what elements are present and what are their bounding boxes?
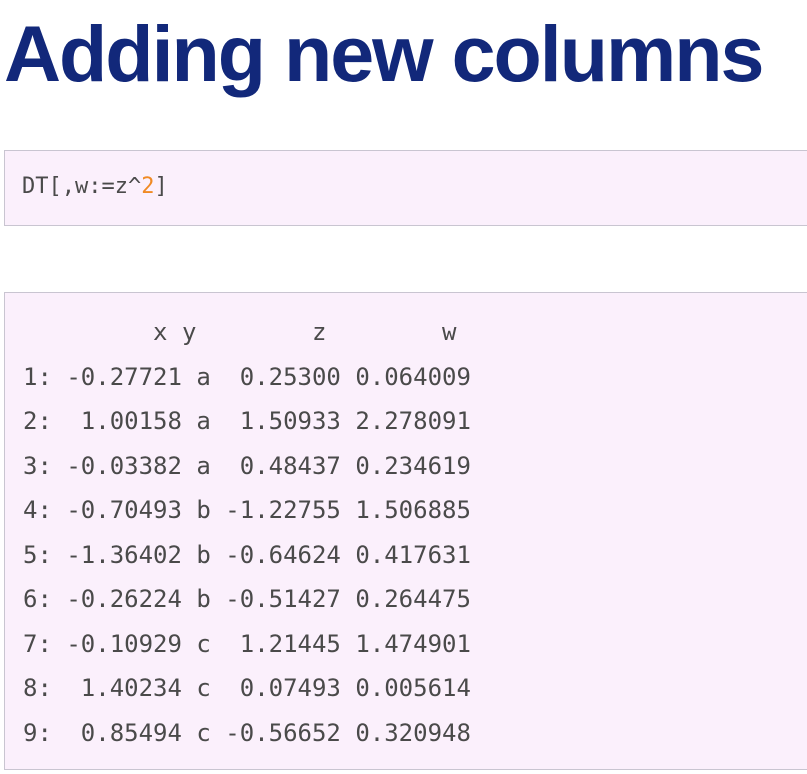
code-number-literal: 2: [141, 174, 155, 199]
output-row: 8: 1.40234 c 0.07493 0.005614: [23, 674, 471, 702]
output-row: 9: 0.85494 c -0.56652 0.320948: [23, 718, 471, 747]
output-row: 2: 1.00158 a 1.50933 2.278091: [23, 407, 471, 435]
output-block: x y z w 1: -0.27721 a 0.25300 0.064009 2…: [4, 292, 807, 770]
output-row: 1: -0.27721 a 0.25300 0.064009: [23, 362, 471, 391]
output-row: 6: -0.26224 b -0.51427 0.264475: [23, 585, 471, 613]
output-header-row: x y z w: [23, 318, 457, 346]
slide-title: Adding new columns: [4, 9, 764, 98]
output-row: 3: -0.03382 a 0.48437 0.234619: [23, 451, 471, 480]
code-suffix: ]: [154, 174, 168, 199]
output-row: 4: -0.70493 b -1.22755 1.506885: [23, 496, 471, 524]
output-table: x y z w 1: -0.27721 a 0.25300 0.064009 2…: [23, 310, 471, 755]
code-prefix: DT[,w:=z^: [22, 174, 142, 199]
code-block: DT[,w:=z^2]: [4, 150, 807, 226]
output-row: 5: -1.36402 b -0.64624 0.417631: [23, 540, 471, 569]
code-line: DT[,w:=z^2]: [22, 173, 168, 201]
output-row: 7: -0.10929 c 1.21445 1.474901: [23, 629, 471, 658]
